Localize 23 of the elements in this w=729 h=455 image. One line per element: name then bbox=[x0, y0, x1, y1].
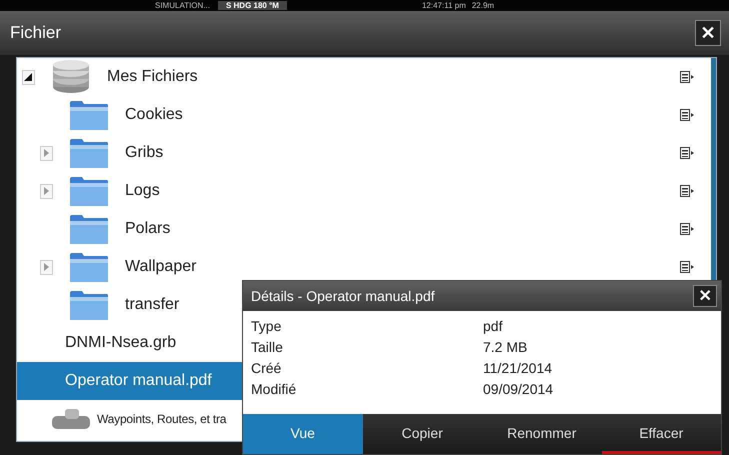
field-value: 09/09/2014 bbox=[483, 380, 554, 396]
window-title: Fichier bbox=[10, 23, 62, 43]
file-name: Mes Fichiers bbox=[107, 68, 198, 86]
mode-label: SIMULATION... bbox=[155, 1, 210, 10]
field-label: Créé bbox=[251, 360, 282, 376]
field-value: 11/21/2014 bbox=[483, 360, 552, 376]
file-name: Cookies bbox=[125, 106, 183, 124]
file-name: Wallpaper bbox=[125, 258, 196, 276]
file-name: Logs bbox=[125, 182, 160, 200]
time-label: 12:47:11 pm bbox=[422, 1, 466, 10]
heading-readout: S HDG 180 °M bbox=[218, 1, 287, 10]
depth-readout: 22.9m bbox=[472, 1, 494, 10]
file-name: Waypoints, Routes, et tra bbox=[97, 412, 226, 426]
field-value: pdf bbox=[483, 318, 502, 334]
file-name: Polars bbox=[125, 220, 170, 238]
file-name: transfer bbox=[125, 296, 180, 314]
field-label: Modifié bbox=[251, 380, 298, 396]
file-name: Gribs bbox=[125, 144, 164, 162]
field-label: Taille bbox=[251, 338, 284, 354]
file-name: Operator manual.pdf bbox=[65, 372, 212, 390]
field-value: 7.2 MB bbox=[483, 338, 528, 354]
field-label: Type bbox=[251, 318, 282, 334]
dialog-title: Détails - Operator manual.pdf bbox=[251, 288, 435, 304]
